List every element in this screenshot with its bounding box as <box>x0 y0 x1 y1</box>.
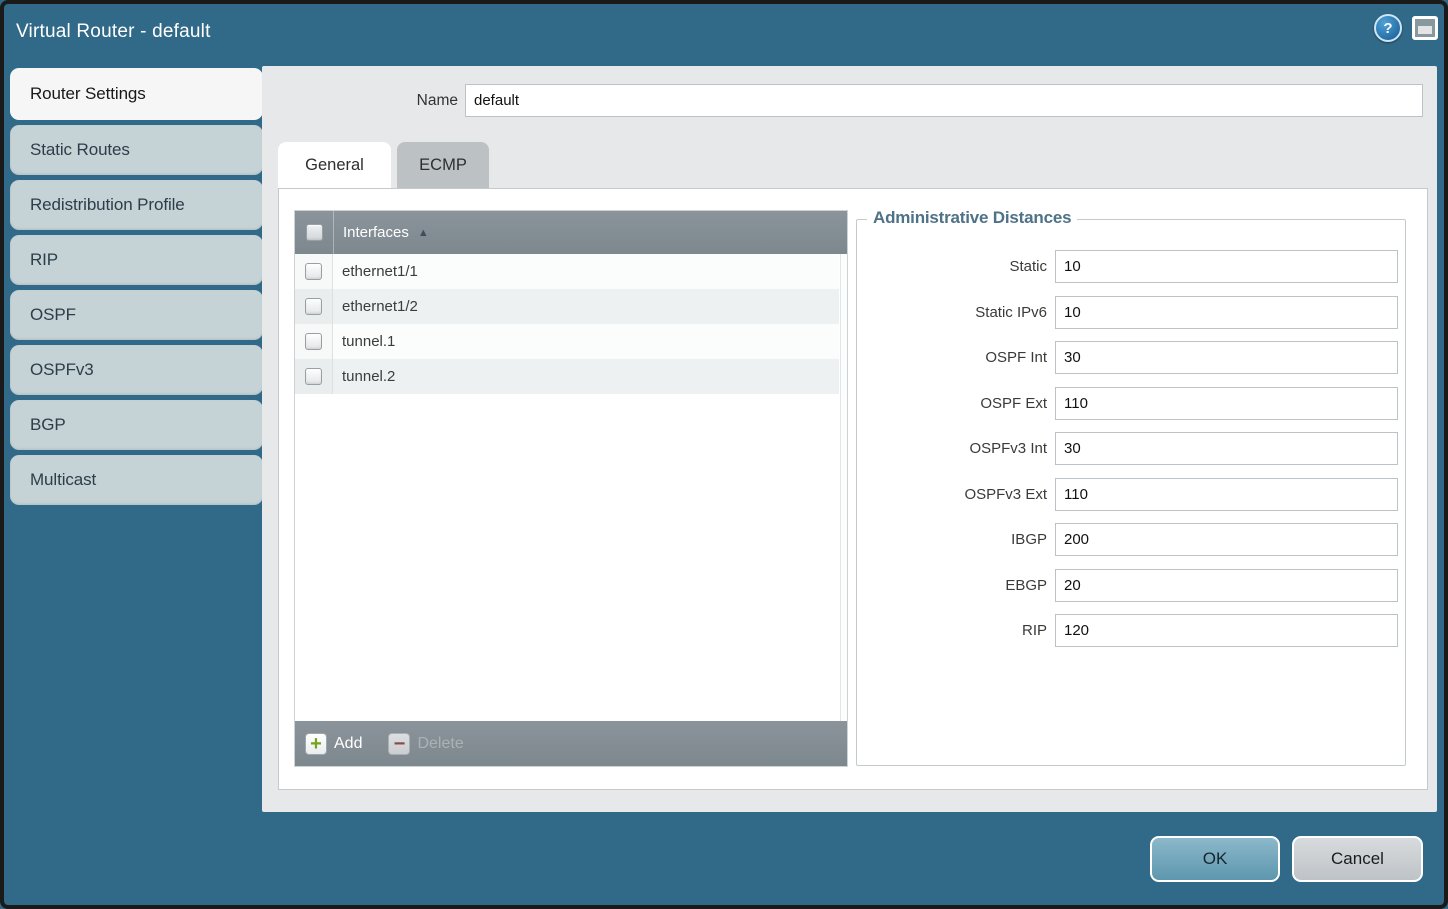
static-label: Static <box>857 250 1047 283</box>
interfaces-table: Interfaces ▲ ethernet1/1 ethernet1/2 <box>294 210 848 767</box>
sidebar-item-ospfv3[interactable]: OSPFv3 <box>10 345 263 395</box>
name-label: Name <box>262 84 458 117</box>
ok-button[interactable]: OK <box>1150 836 1280 882</box>
row-checkbox[interactable] <box>305 263 322 280</box>
static-input[interactable] <box>1055 250 1398 283</box>
row-checkbox[interactable] <box>305 298 322 315</box>
add-button-label: Add <box>334 735 362 753</box>
tab-ecmp-label: ECMP <box>419 156 467 175</box>
ibgp-label: IBGP <box>857 523 1047 556</box>
title-bar: Virtual Router - default ? <box>0 0 1448 62</box>
delete-button-label: Delete <box>417 735 463 753</box>
delete-icon: − <box>388 733 410 755</box>
sidebar-item-label: RIP <box>30 250 58 270</box>
sidebar-item-static-routes[interactable]: Static Routes <box>10 125 263 175</box>
sort-asc-icon: ▲ <box>418 227 429 239</box>
sidebar-item-bgp[interactable]: BGP <box>10 400 263 450</box>
tab-ecmp[interactable]: ECMP <box>397 142 489 188</box>
ebgp-input[interactable] <box>1055 569 1398 602</box>
row-checkbox[interactable] <box>305 333 322 350</box>
administrative-distances-group: Administrative Distances Static Static I… <box>856 219 1406 766</box>
table-footer: + Add − Delete <box>295 721 847 766</box>
add-icon: + <box>305 733 327 755</box>
window-icon[interactable] <box>1412 16 1438 40</box>
interface-name: tunnel.1 <box>333 333 395 350</box>
sidebar-item-label: Router Settings <box>30 84 146 104</box>
ospfv3-int-input[interactable] <box>1055 432 1398 465</box>
ospf-int-input[interactable] <box>1055 341 1398 374</box>
tab-general-label: General <box>305 156 364 175</box>
sidebar: Router Settings Static Routes Redistribu… <box>10 68 263 510</box>
ospfv3-int-label: OSPFv3 Int <box>857 432 1047 465</box>
sidebar-item-label: Multicast <box>30 470 96 490</box>
row-checkbox[interactable] <box>305 368 322 385</box>
help-icon-glyph: ? <box>1383 20 1392 37</box>
ok-button-label: OK <box>1203 849 1228 869</box>
ospf-ext-label: OSPF Ext <box>857 387 1047 420</box>
sidebar-item-label: BGP <box>30 415 66 435</box>
sidebar-item-label: OSPF <box>30 305 76 325</box>
sidebar-item-label: Redistribution Profile <box>30 195 185 215</box>
tab-general[interactable]: General <box>278 142 391 188</box>
add-button[interactable]: + Add <box>305 733 362 755</box>
ospfv3-ext-label: OSPFv3 Ext <box>857 478 1047 511</box>
table-row[interactable]: ethernet1/2 <box>295 289 839 324</box>
sidebar-item-multicast[interactable]: Multicast <box>10 455 263 505</box>
cancel-button-label: Cancel <box>1331 849 1384 869</box>
ebgp-label: EBGP <box>857 569 1047 602</box>
delete-button[interactable]: − Delete <box>388 733 463 755</box>
interfaces-header-label: Interfaces <box>343 224 409 241</box>
static-ipv6-input[interactable] <box>1055 296 1398 329</box>
interface-name: ethernet1/2 <box>333 298 418 315</box>
sidebar-item-label: OSPFv3 <box>30 360 94 380</box>
cancel-button[interactable]: Cancel <box>1292 836 1423 882</box>
static-ipv6-label: Static IPv6 <box>857 296 1047 329</box>
interfaces-column-header[interactable]: Interfaces ▲ <box>295 211 847 254</box>
rip-label: RIP <box>857 614 1047 647</box>
ibgp-input[interactable] <box>1055 523 1398 556</box>
sidebar-item-redistribution-profile[interactable]: Redistribution Profile <box>10 180 263 230</box>
sidebar-item-rip[interactable]: RIP <box>10 235 263 285</box>
sidebar-item-ospf[interactable]: OSPF <box>10 290 263 340</box>
ospf-int-label: OSPF Int <box>857 341 1047 374</box>
sidebar-item-router-settings[interactable]: Router Settings <box>10 68 263 120</box>
ospf-ext-input[interactable] <box>1055 387 1398 420</box>
table-scrollbar[interactable] <box>840 254 847 721</box>
rip-input[interactable] <box>1055 614 1398 647</box>
interface-name: ethernet1/1 <box>333 263 418 280</box>
table-row[interactable]: tunnel.2 <box>295 359 839 394</box>
table-row[interactable]: ethernet1/1 <box>295 254 839 289</box>
select-all-checkbox[interactable] <box>306 224 323 241</box>
general-tab-content: Interfaces ▲ ethernet1/1 ethernet1/2 <box>278 188 1428 790</box>
table-row[interactable]: tunnel.1 <box>295 324 839 359</box>
window-icon-bar <box>1418 26 1432 34</box>
content-panel: Name General ECMP Interfaces ▲ <box>262 66 1437 812</box>
sidebar-item-label: Static Routes <box>30 140 130 160</box>
name-input[interactable] <box>465 84 1423 117</box>
interface-name: tunnel.2 <box>333 368 395 385</box>
dialog-title: Virtual Router - default <box>16 0 211 62</box>
help-icon[interactable]: ? <box>1374 14 1402 42</box>
interfaces-rows: ethernet1/1 ethernet1/2 tunnel.1 tunnel.… <box>295 254 847 721</box>
administrative-distances-legend: Administrative Distances <box>867 208 1077 228</box>
ospfv3-ext-input[interactable] <box>1055 478 1398 511</box>
virtual-router-dialog: Virtual Router - default ? Router Settin… <box>0 0 1448 909</box>
